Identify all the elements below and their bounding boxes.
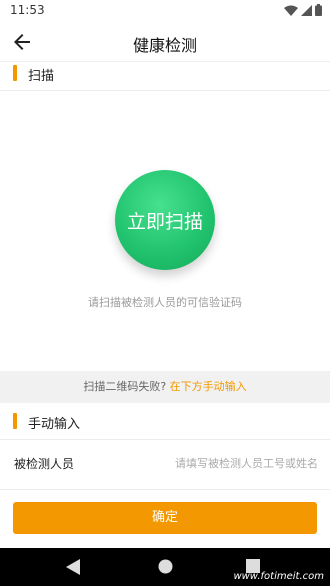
divider	[0, 90, 330, 91]
examinee-input[interactable]	[148, 451, 318, 475]
confirm-button[interactable]: 确定	[13, 502, 317, 534]
manual-input-link[interactable]: 在下方手动输入	[170, 380, 247, 393]
nav-back-icon[interactable]	[66, 559, 80, 575]
scan-section-header: 扫描	[0, 63, 330, 85]
nav-home-icon[interactable]	[158, 559, 173, 574]
section-accent-bar	[13, 413, 17, 429]
section-accent-bar	[13, 65, 17, 81]
status-time: 11:53	[10, 3, 45, 17]
divider	[0, 489, 330, 490]
scan-fail-strip: 扫描二维码失败? 在下方手动输入	[0, 371, 330, 403]
status-icons	[284, 4, 322, 16]
scan-fail-text: 扫描二维码失败?	[83, 380, 167, 393]
status-bar: 11:53	[0, 0, 330, 22]
page-title: 健康检测	[132, 36, 197, 55]
scan-now-label: 立即扫描	[126, 210, 203, 233]
signal-icon	[301, 4, 312, 16]
examinee-label: 被检测人员	[14, 457, 75, 471]
manual-section-header: 手动输入	[0, 411, 330, 433]
watermark: www.fotimeit.com	[233, 571, 324, 582]
divider	[0, 439, 330, 440]
manual-section-title: 手动输入	[28, 417, 81, 432]
app-bar: 健康检测	[0, 22, 330, 62]
scan-hint: 请扫描被检测人员的可信验证码	[88, 296, 242, 309]
system-nav-bar: www.fotimeit.com	[0, 548, 330, 586]
battery-icon	[315, 4, 322, 16]
scan-section-title: 扫描	[28, 69, 55, 84]
wifi-icon	[284, 5, 298, 16]
scan-now-button[interactable]: 立即扫描	[115, 170, 215, 270]
examinee-row: 被检测人员	[0, 447, 330, 479]
